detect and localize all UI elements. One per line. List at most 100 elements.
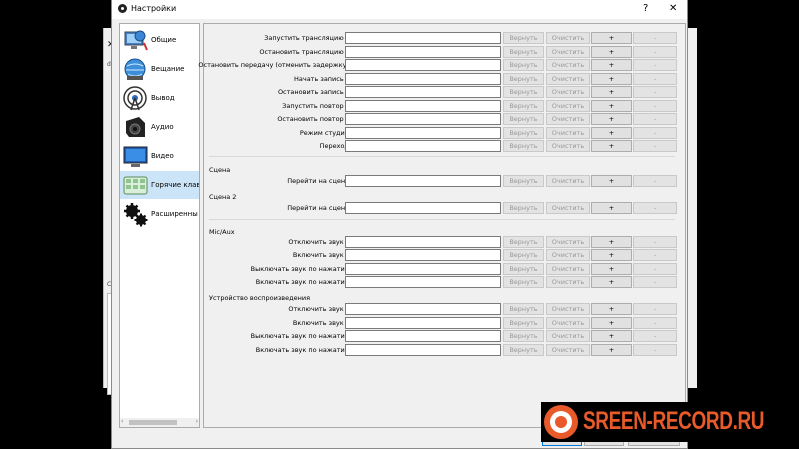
revert-button[interactable]: Вернуть	[503, 317, 544, 329]
clear-button[interactable]: Очистить	[546, 73, 590, 85]
add-button[interactable]: +	[591, 113, 632, 125]
add-button[interactable]: +	[591, 249, 632, 261]
sidebar-item-output[interactable]: Вывод	[120, 84, 199, 112]
remove-button[interactable]: -	[633, 202, 677, 214]
sidebar-item-general[interactable]: Общие	[120, 26, 199, 54]
remove-button[interactable]: -	[633, 249, 677, 261]
remove-button[interactable]: -	[633, 344, 677, 356]
revert-button[interactable]: Вернуть	[503, 32, 544, 44]
add-button[interactable]: +	[591, 303, 632, 315]
hotkey-input[interactable]	[345, 175, 501, 187]
revert-button[interactable]: Вернуть	[503, 330, 544, 342]
add-button[interactable]: +	[591, 236, 632, 248]
remove-button[interactable]: -	[633, 59, 677, 71]
sidebar-item-hotkeys[interactable]: Горячие клав	[120, 171, 199, 199]
hotkey-input[interactable]	[345, 113, 501, 125]
hotkey-input[interactable]	[345, 249, 501, 261]
hotkey-input[interactable]	[345, 127, 501, 139]
sidebar-item-advanced[interactable]: Расширенны	[120, 200, 199, 228]
clear-button[interactable]: Очистить	[546, 175, 590, 187]
remove-button[interactable]: -	[633, 317, 677, 329]
clear-button[interactable]: Очистить	[546, 330, 590, 342]
hotkey-input[interactable]	[345, 344, 501, 356]
hotkey-input[interactable]	[345, 330, 501, 342]
clear-button[interactable]: Очистить	[546, 276, 590, 288]
hotkey-input[interactable]	[345, 317, 501, 329]
revert-button[interactable]: Вернуть	[503, 100, 544, 112]
add-button[interactable]: +	[591, 344, 632, 356]
revert-button[interactable]: Вернуть	[503, 344, 544, 356]
hotkey-input[interactable]	[345, 46, 501, 58]
revert-button[interactable]: Вернуть	[503, 113, 544, 125]
help-button[interactable]: ?	[643, 3, 648, 14]
remove-button[interactable]: -	[633, 276, 677, 288]
revert-button[interactable]: Вернуть	[503, 249, 544, 261]
remove-button[interactable]: -	[633, 73, 677, 85]
hotkey-input[interactable]	[345, 236, 501, 248]
add-button[interactable]: +	[591, 202, 632, 214]
close-button[interactable]: ✕	[669, 3, 677, 14]
remove-button[interactable]: -	[633, 127, 677, 139]
scroll-right-icon[interactable]: ›	[196, 418, 198, 425]
remove-button[interactable]: -	[633, 263, 677, 275]
remove-button[interactable]: -	[633, 236, 677, 248]
revert-button[interactable]: Вернуть	[503, 175, 544, 187]
hotkey-input[interactable]	[345, 263, 501, 275]
revert-button[interactable]: Вернуть	[503, 303, 544, 315]
clear-button[interactable]: Очистить	[546, 263, 590, 275]
add-button[interactable]: +	[591, 317, 632, 329]
add-button[interactable]: +	[591, 175, 632, 187]
revert-button[interactable]: Вернуть	[503, 263, 544, 275]
revert-button[interactable]: Вернуть	[503, 46, 544, 58]
revert-button[interactable]: Вернуть	[503, 202, 544, 214]
add-button[interactable]: +	[591, 86, 632, 98]
add-button[interactable]: +	[591, 276, 632, 288]
remove-button[interactable]: -	[633, 140, 677, 152]
add-button[interactable]: +	[591, 46, 632, 58]
hotkey-input[interactable]	[345, 59, 501, 71]
add-button[interactable]: +	[591, 127, 632, 139]
clear-button[interactable]: Очистить	[546, 202, 590, 214]
hotkey-input[interactable]	[345, 276, 501, 288]
add-button[interactable]: +	[591, 59, 632, 71]
hotkey-input[interactable]	[345, 140, 501, 152]
add-button[interactable]: +	[591, 263, 632, 275]
remove-button[interactable]: -	[633, 100, 677, 112]
remove-button[interactable]: -	[633, 330, 677, 342]
clear-button[interactable]: Очистить	[546, 86, 590, 98]
remove-button[interactable]: -	[633, 86, 677, 98]
clear-button[interactable]: Очистить	[546, 113, 590, 125]
revert-button[interactable]: Вернуть	[503, 86, 544, 98]
clear-button[interactable]: Очистить	[546, 249, 590, 261]
hotkey-input[interactable]	[345, 303, 501, 315]
clear-button[interactable]: Очистить	[546, 46, 590, 58]
hotkey-input[interactable]	[345, 32, 501, 44]
sidebar-item-stream[interactable]: Вещание	[120, 55, 199, 83]
sidebar-item-video[interactable]: Видео	[120, 142, 199, 170]
add-button[interactable]: +	[591, 32, 632, 44]
clear-button[interactable]: Очистить	[546, 32, 590, 44]
sidebar-item-audio[interactable]: Аудио	[120, 113, 199, 141]
clear-button[interactable]: Очистить	[546, 127, 590, 139]
clear-button[interactable]: Очистить	[546, 59, 590, 71]
revert-button[interactable]: Вернуть	[503, 59, 544, 71]
add-button[interactable]: +	[591, 330, 632, 342]
revert-button[interactable]: Вернуть	[503, 140, 544, 152]
add-button[interactable]: +	[591, 100, 632, 112]
scroll-left-icon[interactable]: ‹	[121, 418, 123, 425]
revert-button[interactable]: Вернуть	[503, 127, 544, 139]
remove-button[interactable]: -	[633, 175, 677, 187]
remove-button[interactable]: -	[633, 113, 677, 125]
add-button[interactable]: +	[591, 73, 632, 85]
clear-button[interactable]: Очистить	[546, 140, 590, 152]
add-button[interactable]: +	[591, 140, 632, 152]
remove-button[interactable]: -	[633, 32, 677, 44]
hotkey-input[interactable]	[345, 73, 501, 85]
clear-button[interactable]: Очистить	[546, 236, 590, 248]
remove-button[interactable]: -	[633, 46, 677, 58]
hotkey-input[interactable]	[345, 100, 501, 112]
hotkey-input[interactable]	[345, 202, 501, 214]
revert-button[interactable]: Вернуть	[503, 276, 544, 288]
hotkey-input[interactable]	[345, 86, 501, 98]
sidebar-horizontal-scrollbar[interactable]: ‹ ›	[120, 418, 199, 427]
